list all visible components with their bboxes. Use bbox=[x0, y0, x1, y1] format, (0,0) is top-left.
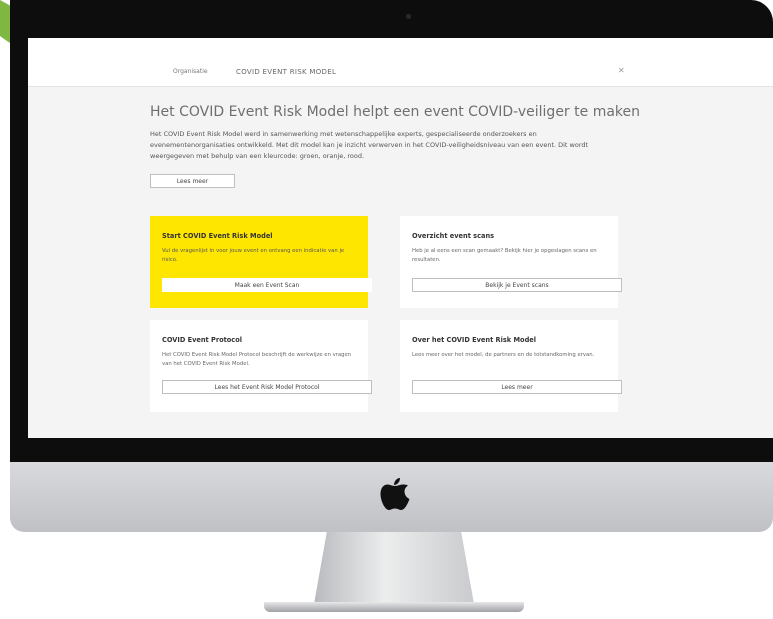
card-description: Heb je al eens een scan gemaakt? Bekijk … bbox=[412, 248, 597, 263]
card-title: Start COVID Event Risk Model bbox=[162, 232, 273, 240]
apple-logo-icon bbox=[380, 478, 410, 510]
card-about-model: Over het COVID Event Risk Model Lees mee… bbox=[400, 320, 622, 412]
camera-dot bbox=[406, 14, 411, 19]
intro-text: Het COVID Event Risk Model werd in samen… bbox=[150, 130, 589, 160]
monitor-stand-foot bbox=[264, 602, 524, 612]
site-header: Organisatie COVID EVENT RISK MODEL ✕ bbox=[28, 38, 773, 87]
close-icon[interactable]: ✕ bbox=[618, 66, 625, 75]
card-scan-overview: Overzicht event scans Heb je al eens een… bbox=[400, 216, 622, 308]
read-protocol-button[interactable]: Lees het Event Risk Model Protocol bbox=[162, 380, 372, 394]
card-description: Vul de vragenlijst in voor jouw event en… bbox=[162, 248, 345, 263]
page-title: Het COVID Event Risk Model helpt een eve… bbox=[150, 104, 640, 120]
card-event-protocol: COVID Event Protocol Het COVID Event Ris… bbox=[150, 320, 372, 412]
card-title: COVID Event Protocol bbox=[162, 336, 243, 344]
browser-screen: Organisatie COVID EVENT RISK MODEL ✕ Het… bbox=[28, 38, 773, 438]
about-read-more-button[interactable]: Lees meer bbox=[412, 380, 622, 394]
read-more-button[interactable]: Lees meer bbox=[150, 174, 235, 188]
card-title: Overzicht event scans bbox=[412, 232, 495, 240]
view-scans-button[interactable]: Bekijk je Event scans bbox=[412, 278, 622, 292]
card-description: Lees meer over het model, de partners en… bbox=[412, 352, 595, 358]
start-scan-button[interactable]: Maak een Event Scan bbox=[162, 278, 372, 292]
nav-title[interactable]: COVID EVENT RISK MODEL bbox=[236, 68, 336, 76]
card-title: Over het COVID Event Risk Model bbox=[412, 336, 537, 344]
monitor-stand-neck bbox=[314, 532, 474, 604]
card-start-model: Start COVID Event Risk Model Vul de vrag… bbox=[150, 216, 372, 308]
site-logo[interactable]: Organisatie bbox=[173, 68, 208, 75]
card-description: Het COVID Event Risk Model Protocol besc… bbox=[162, 352, 352, 367]
